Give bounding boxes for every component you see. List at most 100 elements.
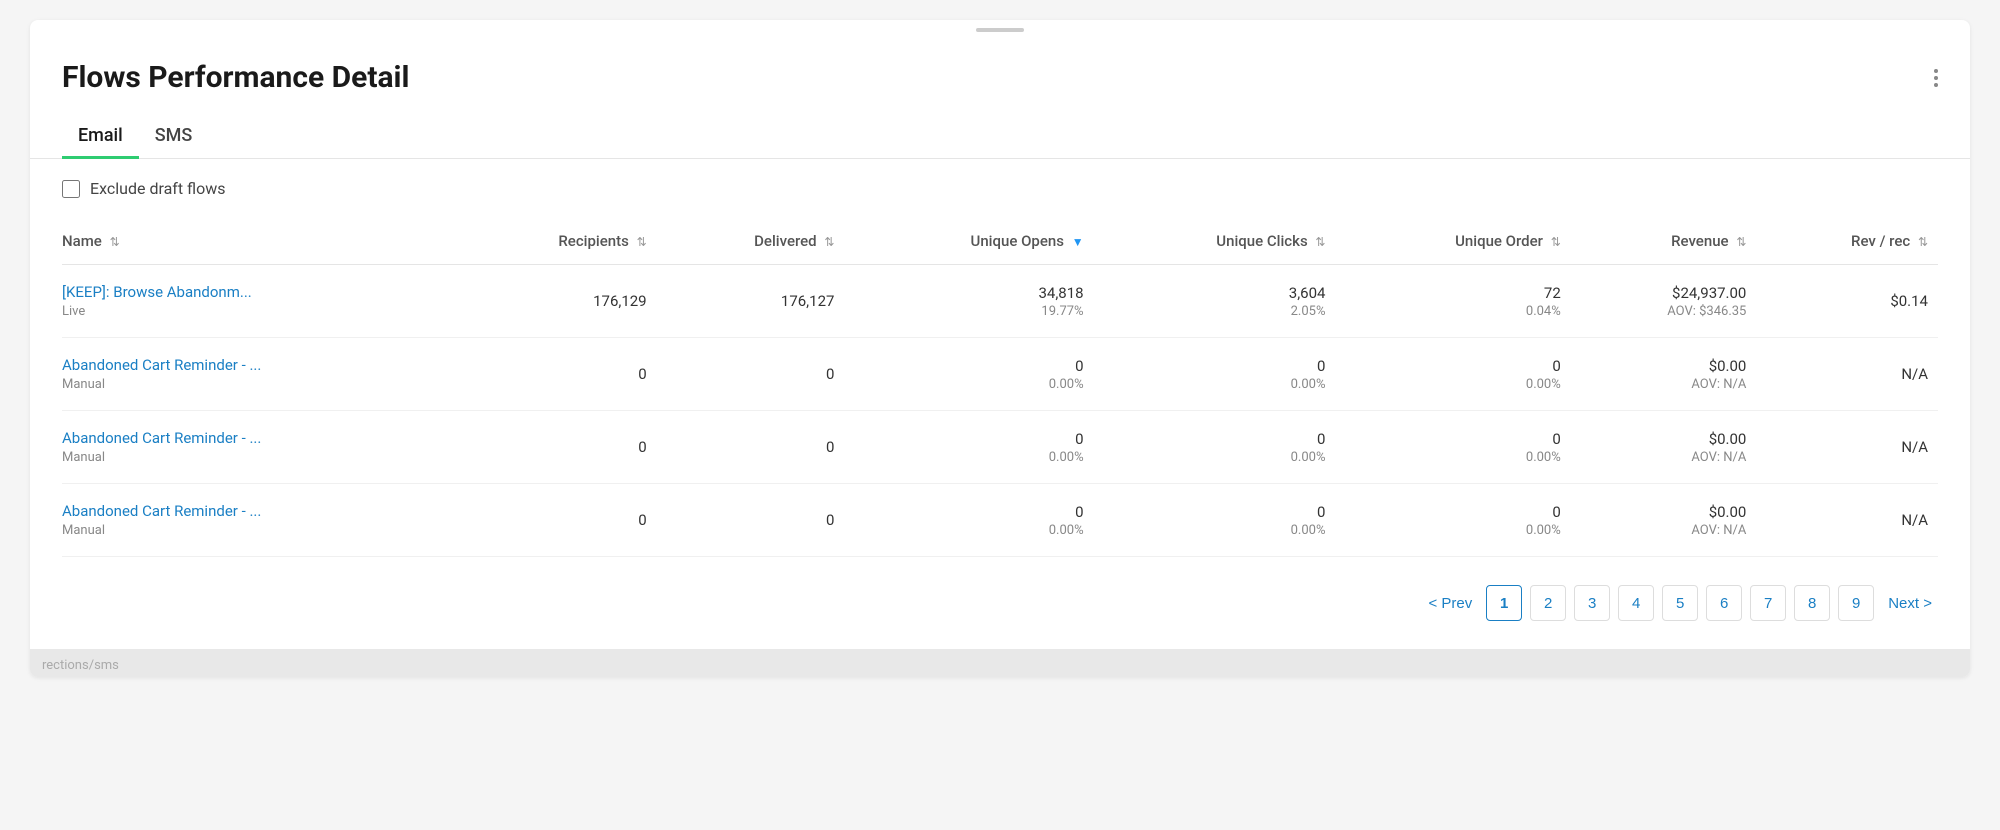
sort-icon-unique-order[interactable]: ⇅	[1551, 235, 1561, 249]
page-5-button[interactable]: 5	[1662, 585, 1698, 621]
col-unique-opens: Unique Opens ▼	[844, 218, 1093, 265]
flow-name-link-3[interactable]: Abandoned Cart Reminder - ...	[62, 502, 261, 520]
main-card: Flows Performance Detail Email SMS Exclu…	[30, 20, 1970, 677]
cell-recipients-1: 0	[454, 338, 657, 411]
cell-revenue-0: $24,937.00 AOV: $346.35	[1571, 265, 1757, 338]
card-header: Flows Performance Detail	[30, 32, 1970, 95]
cell-unique-order-2: 0 0.00%	[1335, 411, 1570, 484]
unique-clicks-pct-2: 0.00%	[1104, 450, 1326, 465]
tab-sms[interactable]: SMS	[139, 115, 209, 159]
flow-name-link-2[interactable]: Abandoned Cart Reminder - ...	[62, 429, 261, 447]
cell-unique-order-0: 72 0.04%	[1335, 265, 1570, 338]
page-2-button[interactable]: 2	[1530, 585, 1566, 621]
page-6-button[interactable]: 6	[1706, 585, 1742, 621]
cell-unique-order-1: 0 0.00%	[1335, 338, 1570, 411]
cell-name-0: [KEEP]: Browse Abandonm... Live	[62, 265, 454, 338]
aov-2: AOV: N/A	[1581, 450, 1747, 465]
flows-table: Name ⇅ Recipients ⇅ Delivered ⇅ Unique O…	[62, 218, 1938, 557]
cell-recipients-2: 0	[454, 411, 657, 484]
sort-icon-name[interactable]: ⇅	[110, 235, 120, 249]
table-row: Abandoned Cart Reminder - ... Manual 0 0…	[62, 484, 1938, 557]
unique-opens-pct-0: 19.77%	[854, 304, 1083, 319]
table-container: Name ⇅ Recipients ⇅ Delivered ⇅ Unique O…	[30, 208, 1970, 557]
sort-icon-unique-opens[interactable]: ▼	[1072, 235, 1084, 249]
flow-status-1: Manual	[62, 377, 444, 392]
prev-button[interactable]: < Prev	[1422, 585, 1478, 621]
unique-opens-pct-1: 0.00%	[854, 377, 1083, 392]
cell-unique-order-3: 0 0.00%	[1335, 484, 1570, 557]
flow-name-link-1[interactable]: Abandoned Cart Reminder - ...	[62, 356, 261, 374]
col-recipients: Recipients ⇅	[454, 218, 657, 265]
aov-3: AOV: N/A	[1581, 523, 1747, 538]
page-1-button[interactable]: 1	[1486, 585, 1522, 621]
page-9-button[interactable]: 9	[1838, 585, 1874, 621]
filter-row: Exclude draft flows	[30, 159, 1970, 208]
page-4-button[interactable]: 4	[1618, 585, 1654, 621]
cell-delivered-3: 0	[657, 484, 845, 557]
cell-rev-rec-3: N/A	[1756, 484, 1938, 557]
cell-recipients-3: 0	[454, 484, 657, 557]
exclude-draft-checkbox-wrapper[interactable]: Exclude draft flows	[62, 179, 226, 198]
cell-unique-clicks-3: 0 0.00%	[1094, 484, 1336, 557]
cell-rev-rec-1: N/A	[1756, 338, 1938, 411]
table-row: Abandoned Cart Reminder - ... Manual 0 0…	[62, 338, 1938, 411]
flow-name-link-0[interactable]: [KEEP]: Browse Abandonm...	[62, 283, 252, 301]
page-3-button[interactable]: 3	[1574, 585, 1610, 621]
cell-revenue-2: $0.00 AOV: N/A	[1571, 411, 1757, 484]
page-8-button[interactable]: 8	[1794, 585, 1830, 621]
cell-recipients-0: 176,129	[454, 265, 657, 338]
col-rev-rec: Rev / rec ⇅	[1756, 218, 1938, 265]
unique-clicks-pct-1: 0.00%	[1104, 377, 1326, 392]
col-unique-order: Unique Order ⇅	[1335, 218, 1570, 265]
cell-unique-opens-0: 34,818 19.77%	[844, 265, 1093, 338]
exclude-draft-checkbox[interactable]	[62, 180, 80, 198]
sort-icon-delivered[interactable]: ⇅	[824, 235, 834, 249]
cell-unique-clicks-1: 0 0.00%	[1094, 338, 1336, 411]
cell-unique-opens-1: 0 0.00%	[844, 338, 1093, 411]
col-delivered: Delivered ⇅	[657, 218, 845, 265]
sort-icon-unique-clicks[interactable]: ⇅	[1315, 235, 1325, 249]
unique-order-pct-0: 0.04%	[1345, 304, 1560, 319]
drag-handle	[30, 20, 1970, 32]
cell-rev-rec-0: $0.14	[1756, 265, 1938, 338]
unique-order-pct-3: 0.00%	[1345, 523, 1560, 538]
page-title: Flows Performance Detail	[62, 60, 409, 95]
table-row: [KEEP]: Browse Abandonm... Live 176,129 …	[62, 265, 1938, 338]
pagination: < Prev 1 2 3 4 5 6 7 8 9 Next >	[30, 557, 1970, 649]
flow-status-2: Manual	[62, 450, 444, 465]
next-button[interactable]: Next >	[1882, 585, 1938, 621]
table-header-row: Name ⇅ Recipients ⇅ Delivered ⇅ Unique O…	[62, 218, 1938, 265]
tab-email[interactable]: Email	[62, 115, 139, 159]
cell-delivered-2: 0	[657, 411, 845, 484]
aov-1: AOV: N/A	[1581, 377, 1747, 392]
tabs-container: Email SMS	[30, 115, 1970, 159]
unique-opens-pct-3: 0.00%	[854, 523, 1083, 538]
unique-clicks-pct-0: 2.05%	[1104, 304, 1326, 319]
cell-name-3: Abandoned Cart Reminder - ... Manual	[62, 484, 454, 557]
cell-delivered-0: 176,127	[657, 265, 845, 338]
cell-rev-rec-2: N/A	[1756, 411, 1938, 484]
cell-revenue-1: $0.00 AOV: N/A	[1571, 338, 1757, 411]
more-options-button[interactable]	[1934, 69, 1938, 87]
unique-clicks-pct-3: 0.00%	[1104, 523, 1326, 538]
aov-0: AOV: $346.35	[1581, 304, 1747, 319]
cell-unique-opens-2: 0 0.00%	[844, 411, 1093, 484]
col-revenue: Revenue ⇅	[1571, 218, 1757, 265]
cell-name-2: Abandoned Cart Reminder - ... Manual	[62, 411, 454, 484]
cell-revenue-3: $0.00 AOV: N/A	[1571, 484, 1757, 557]
cell-unique-clicks-2: 0 0.00%	[1094, 411, 1336, 484]
unique-opens-pct-2: 0.00%	[854, 450, 1083, 465]
cell-unique-opens-3: 0 0.00%	[844, 484, 1093, 557]
flow-status-0: Live	[62, 304, 444, 319]
page-7-button[interactable]: 7	[1750, 585, 1786, 621]
col-unique-clicks: Unique Clicks ⇅	[1094, 218, 1336, 265]
sort-icon-rev-rec[interactable]: ⇅	[1918, 235, 1928, 249]
unique-order-pct-1: 0.00%	[1345, 377, 1560, 392]
exclude-draft-label: Exclude draft flows	[90, 179, 226, 198]
col-name: Name ⇅	[62, 218, 454, 265]
unique-order-pct-2: 0.00%	[1345, 450, 1560, 465]
table-row: Abandoned Cart Reminder - ... Manual 0 0…	[62, 411, 1938, 484]
sort-icon-recipients[interactable]: ⇅	[637, 235, 647, 249]
sort-icon-revenue[interactable]: ⇅	[1736, 235, 1746, 249]
cell-unique-clicks-0: 3,604 2.05%	[1094, 265, 1336, 338]
